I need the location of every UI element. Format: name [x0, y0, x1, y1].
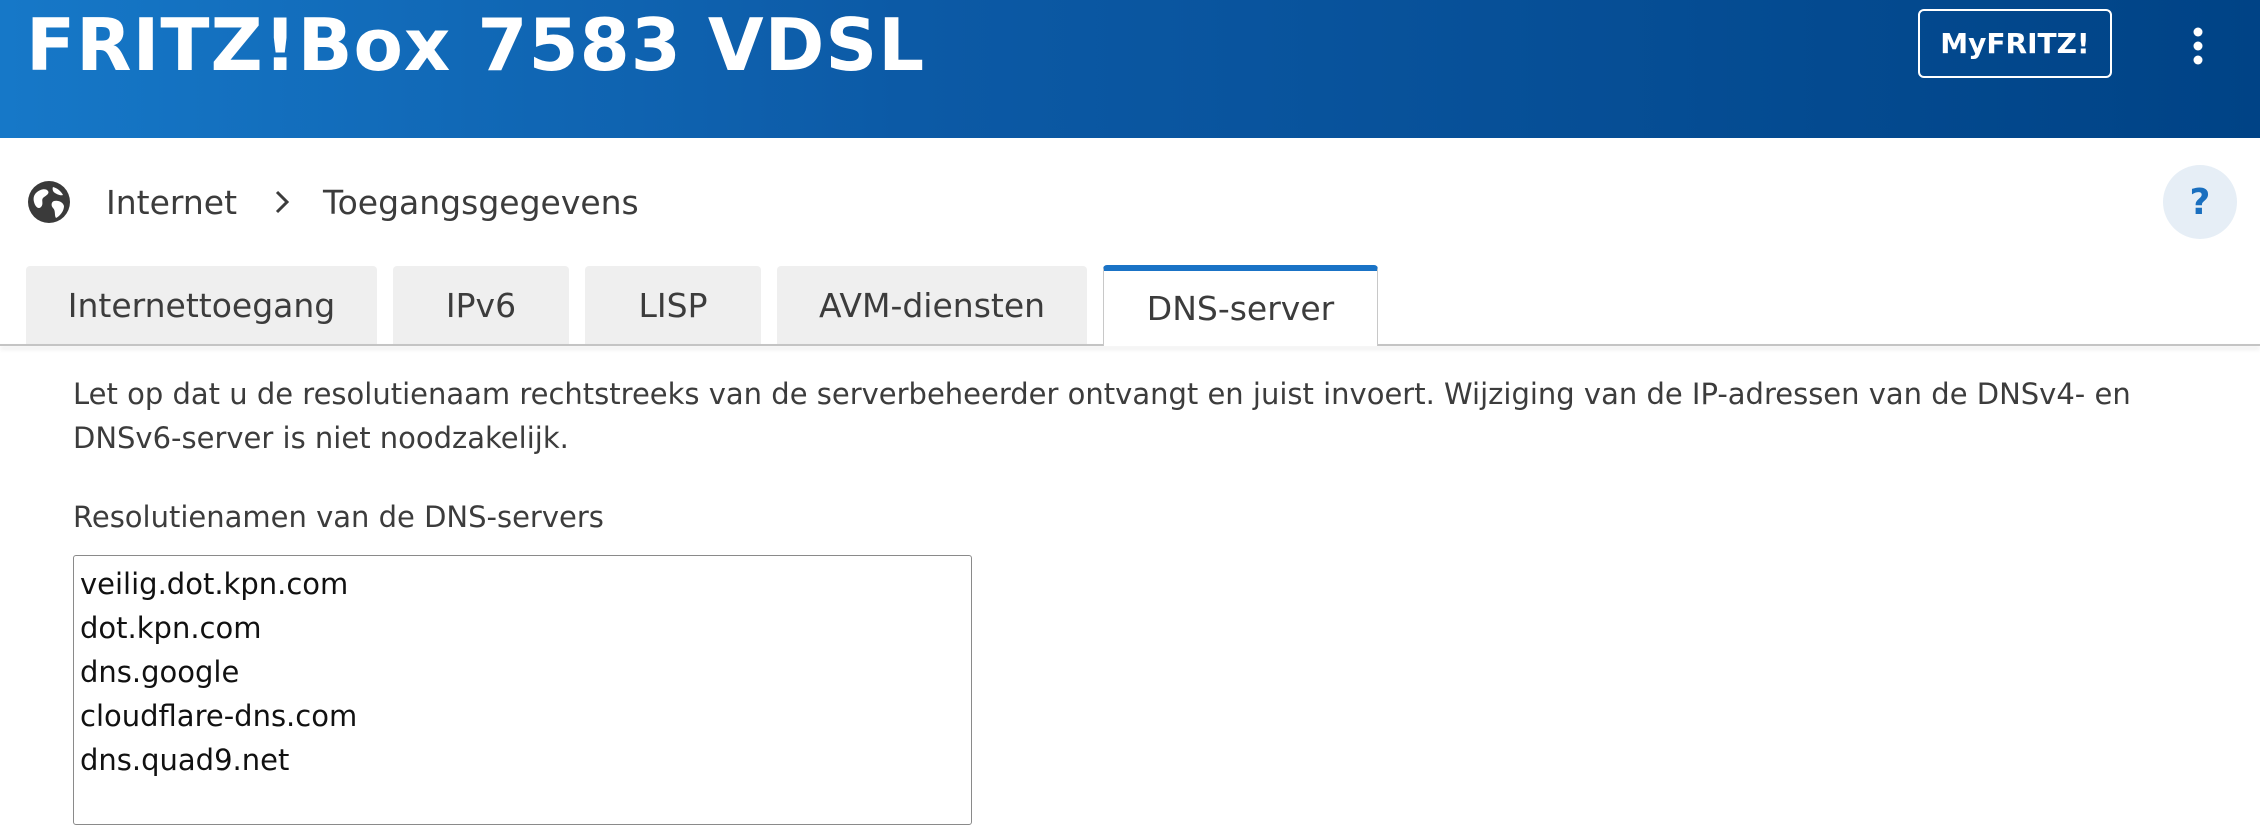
app-header: FRITZ!Box 7583 VDSL MyFRITZ!: [0, 0, 2260, 138]
vertical-dots-icon: [2193, 27, 2203, 65]
breadcrumb: Internet Toegangsgegevens: [26, 174, 639, 230]
globe-icon: [28, 181, 70, 223]
app-title: FRITZ!Box 7583 VDSL: [26, 3, 926, 87]
dns-names-textarea[interactable]: veilig.dot.kpn.com dot.kpn.com dns.googl…: [73, 555, 972, 825]
help-button[interactable]: ?: [2163, 165, 2237, 239]
breadcrumb-item-internet[interactable]: Internet: [106, 183, 237, 222]
tab-lisp[interactable]: LISP: [585, 266, 761, 344]
dns-names-label: Resolutienamen van de DNS-servers: [73, 500, 604, 534]
tab-dns-server[interactable]: DNS-server: [1103, 265, 1378, 346]
myfritz-button[interactable]: MyFRITZ!: [1918, 9, 2112, 78]
breadcrumb-item-current: Toegangsgegevens: [323, 182, 639, 222]
tab-bar: Internettoegang IPv6 LISP AVM-diensten D…: [0, 265, 2260, 346]
intro-text: Let op dat u de resolutienaam rechtstree…: [73, 377, 2131, 455]
tab-internettoegang[interactable]: Internettoegang: [26, 266, 377, 344]
chevron-right-icon: [275, 190, 290, 214]
tab-avm-diensten[interactable]: AVM-diensten: [777, 266, 1087, 344]
tab-ipv6[interactable]: IPv6: [393, 266, 569, 344]
menu-button[interactable]: [2180, 18, 2216, 74]
